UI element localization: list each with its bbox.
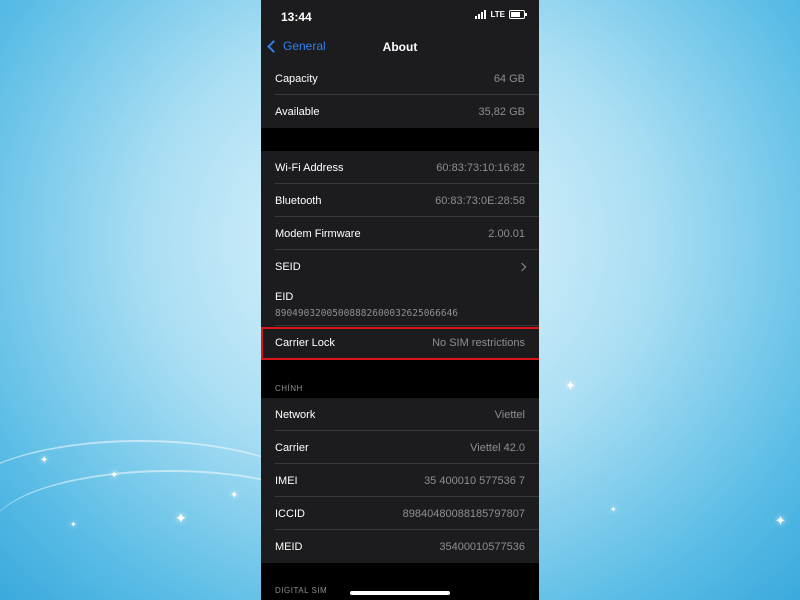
section-header-digital-sim: DIGITAL SIM	[275, 586, 328, 595]
status-time: 13:44	[281, 10, 312, 24]
row-carrier: Carrier Viettel 42.0	[261, 431, 539, 464]
row-value: 64 GB	[493, 72, 525, 85]
navigation-bar: General About	[261, 32, 539, 62]
row-seid[interactable]: SEID	[261, 250, 539, 283]
row-capacity: Capacity 64 GB	[261, 62, 539, 95]
row-imei: IMEI 35 400010 577536 7	[261, 464, 539, 497]
row-available: Available 35,82 GB	[261, 95, 539, 128]
row-modem-firmware: Modem Firmware 2.00.01	[261, 217, 539, 250]
sparkle-icon: ✦	[110, 470, 119, 481]
sparkle-icon: ✦	[775, 513, 786, 528]
chevron-right-icon	[517, 262, 527, 271]
battery-icon	[509, 10, 527, 19]
row-value: 89049032005008882600032625066646	[275, 308, 459, 319]
row-value: Viettel 42.0	[470, 441, 525, 454]
status-indicators: LTE	[475, 10, 527, 19]
highlight-box	[261, 327, 539, 360]
row-iccid: ICCID 89840480088185797807	[261, 497, 539, 530]
row-value: 35 400010 577536 7	[424, 474, 525, 487]
row-value: 35,82 GB	[478, 105, 525, 118]
network-type: LTE	[490, 10, 505, 19]
sparkle-icon: ✦	[230, 490, 239, 501]
sparkle-icon: ✦	[610, 505, 617, 514]
row-label: ICCID	[275, 507, 305, 520]
section-header-chinh: CHÍNH	[275, 384, 303, 393]
row-label: MEID	[275, 540, 303, 553]
page-title: About	[382, 40, 418, 54]
row-value: 60:83:73:10:16:82	[436, 161, 525, 174]
row-label: Available	[275, 105, 320, 118]
row-network: Network Viettel	[261, 398, 539, 431]
row-value: 89840480088185797807	[402, 507, 525, 520]
sparkle-icon: ✦	[70, 520, 77, 529]
row-value: 35400010577536	[439, 540, 525, 553]
row-label: Capacity	[275, 72, 318, 85]
row-bluetooth: Bluetooth 60:83:73:0E:28:58	[261, 184, 539, 217]
row-value: Viettel	[494, 408, 525, 421]
signal-icon	[475, 10, 487, 19]
row-value: 2.00.01	[488, 227, 525, 240]
status-bar: 13:44 LTE	[261, 0, 539, 32]
home-indicator[interactable]	[350, 591, 450, 595]
phone-screen: 13:44 LTE General About Capacity 64 GB A…	[261, 0, 539, 600]
row-label: EID	[275, 291, 294, 303]
row-label: Bluetooth	[275, 194, 322, 207]
row-meid: MEID 35400010577536	[261, 530, 539, 563]
sparkle-icon: ✦	[565, 378, 576, 393]
row-label: Carrier	[275, 441, 309, 454]
sparkle-icon: ✦	[40, 455, 49, 466]
row-label: IMEI	[275, 474, 298, 487]
row-label: Network	[275, 408, 316, 421]
sparkle-icon: ✦	[175, 510, 187, 526]
row-label: SEID	[275, 260, 301, 273]
row-label: Wi-Fi Address	[275, 161, 344, 174]
row-wifi-address: Wi-Fi Address 60:83:73:10:16:82	[261, 151, 539, 184]
row-eid: EID 89049032005008882600032625066646	[261, 282, 539, 326]
row-value: 60:83:73:0E:28:58	[435, 194, 525, 207]
row-label: Modem Firmware	[275, 227, 361, 240]
